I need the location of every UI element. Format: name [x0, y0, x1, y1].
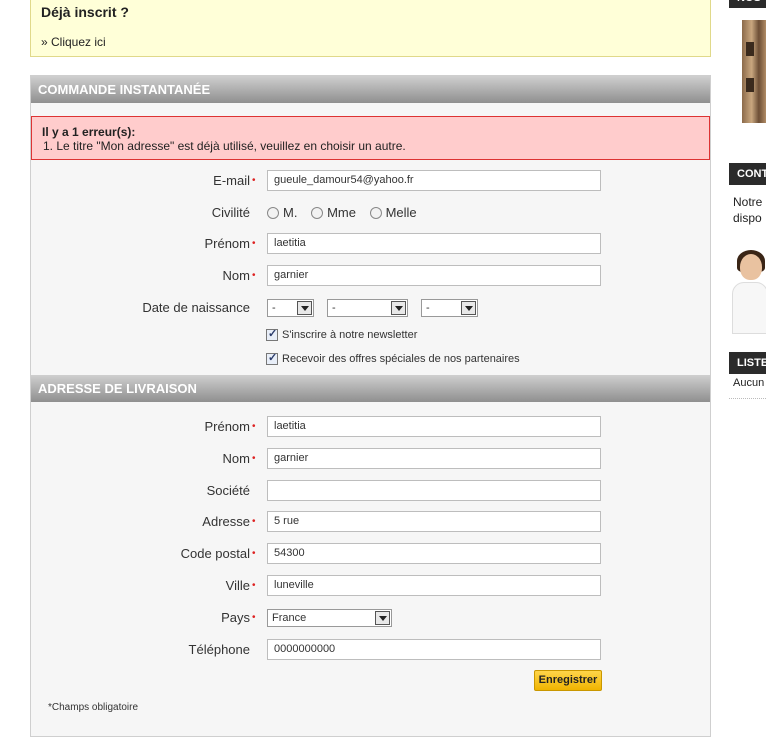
chevron-down-icon: [461, 301, 476, 315]
email-row: E-mail • gueule_damour54@yahoo.fr: [31, 170, 710, 192]
city-input[interactable]: luneville: [267, 575, 601, 596]
chevron-down-icon: [297, 301, 312, 315]
country-label: Pays: [221, 610, 250, 625]
delivery-lastname-row: Nom • garnier: [31, 448, 710, 470]
checkbox-checked-icon: [266, 351, 278, 365]
radio-label: Melle: [385, 205, 417, 220]
zip-input[interactable]: 54300: [267, 543, 601, 564]
phone-input[interactable]: 0000000000: [267, 639, 601, 660]
sidebar-heading-list: LISTE: [729, 352, 766, 374]
civility-label: Civilité: [211, 205, 250, 220]
sidebar-divider: [729, 398, 766, 399]
sidebar-text: Aucun p: [733, 377, 766, 389]
select-value: -: [272, 302, 276, 314]
required-marker: •: [252, 516, 256, 527]
required-marker: •: [252, 270, 256, 281]
already-registered-box: Déjà inscrit ? » Cliquez ici: [30, 0, 711, 57]
country-select[interactable]: France: [267, 609, 392, 627]
company-row: Société: [31, 480, 710, 502]
required-marker: •: [252, 580, 256, 591]
city-row: Ville • luneville: [31, 575, 710, 597]
sidebar-heading-top: NOS: [729, 0, 766, 8]
radio-label: Mme: [327, 205, 356, 220]
delivery-lastname-input[interactable]: garnier: [267, 448, 601, 469]
chevron-down-icon: [391, 301, 406, 315]
firstname-input[interactable]: laetitia: [267, 233, 601, 254]
sidebar-text: dispo: [733, 211, 762, 225]
birthdate-row: Date de naissance - - -: [31, 299, 710, 321]
select-value: -: [332, 302, 336, 314]
email-input[interactable]: gueule_damour54@yahoo.fr: [267, 170, 601, 191]
birthdate-label: Date de naissance: [142, 300, 250, 315]
address-input[interactable]: 5 rue: [267, 511, 601, 532]
partners-checkbox[interactable]: Recevoir des offres spéciales de nos par…: [266, 351, 520, 365]
login-link[interactable]: » Cliquez ici: [41, 35, 106, 49]
already-registered-title: Déjà inscrit ?: [41, 4, 129, 20]
required-note: *Champs obligatoire: [48, 702, 139, 713]
city-label: Ville: [225, 578, 250, 593]
newsletter-label: S'inscrire à notre newsletter: [282, 329, 418, 341]
partners-label: Recevoir des offres spéciales de nos par…: [282, 353, 520, 365]
sidebar-heading-contact: CONTACT: [729, 163, 766, 185]
error-message: 1. Le titre "Mon adresse" est déjà utili…: [43, 139, 406, 153]
address-label: Adresse: [202, 514, 250, 529]
civility-radio-m[interactable]: M.: [267, 205, 297, 220]
checkbox-checked-icon: [266, 327, 278, 341]
country-row: Pays • France: [31, 609, 710, 631]
required-marker: •: [252, 421, 256, 432]
required-marker: •: [252, 548, 256, 559]
zip-label: Code postal: [180, 546, 250, 561]
save-button[interactable]: Enregistrer: [534, 670, 602, 691]
birth-year-select[interactable]: -: [421, 299, 478, 317]
civility-radio-mme[interactable]: Mme: [311, 205, 356, 220]
delivery-firstname-row: Prénom • laetitia: [31, 416, 710, 438]
address-row: Adresse • 5 rue: [31, 511, 710, 533]
sidebar-text: Notre: [733, 195, 763, 209]
birth-day-select[interactable]: -: [267, 299, 314, 317]
error-box: Il y a 1 erreur(s): 1. Le titre "Mon adr…: [31, 116, 710, 160]
lastname-input[interactable]: garnier: [267, 265, 601, 286]
phone-label: Téléphone: [188, 642, 250, 657]
company-label: Société: [206, 483, 250, 498]
radio-circle-icon: [267, 206, 279, 219]
delivery-firstname-input[interactable]: laetitia: [267, 416, 601, 437]
delivery-firstname-label: Prénom: [204, 419, 250, 434]
select-value: France: [272, 612, 307, 624]
civility-radio-melle[interactable]: Melle: [369, 205, 417, 220]
lastname-label: Nom: [222, 268, 250, 283]
radio-circle-icon: [311, 206, 324, 219]
required-marker: •: [252, 453, 256, 464]
newsletter-checkbox[interactable]: S'inscrire à notre newsletter: [266, 327, 418, 341]
firstname-label: Prénom: [204, 236, 250, 251]
order-form-panel: COMMANDE INSTANTANÉE Il y a 1 erreur(s):…: [30, 75, 711, 737]
phone-row: Téléphone 0000000000: [31, 639, 710, 661]
radio-label: M.: [283, 205, 298, 220]
email-label: E-mail: [213, 173, 250, 188]
chevron-down-icon: [375, 611, 390, 625]
select-value: -: [426, 302, 430, 314]
required-marker: •: [252, 175, 256, 186]
required-marker: •: [252, 238, 256, 249]
delivery-lastname-label: Nom: [222, 451, 250, 466]
birth-month-select[interactable]: -: [327, 299, 408, 317]
order-section-heading: COMMANDE INSTANTANÉE: [31, 76, 710, 103]
zip-row: Code postal • 54300: [31, 543, 710, 565]
radio-circle-icon: [369, 206, 382, 219]
civility-row: Civilité M. Mme Melle: [31, 202, 710, 224]
support-agent-image: [732, 250, 766, 334]
lastname-row: Nom • garnier: [31, 265, 710, 287]
required-marker: •: [252, 612, 256, 623]
firstname-row: Prénom • laetitia: [31, 233, 710, 255]
delivery-section-heading: ADRESSE DE LIVRAISON: [31, 375, 710, 402]
agent-body: [732, 282, 766, 334]
company-input[interactable]: [267, 480, 601, 501]
agent-head: [740, 254, 762, 280]
building-image: [742, 20, 766, 123]
civility-radio-group: M. Mme Melle: [267, 205, 427, 222]
error-title: Il y a 1 erreur(s):: [42, 125, 136, 139]
